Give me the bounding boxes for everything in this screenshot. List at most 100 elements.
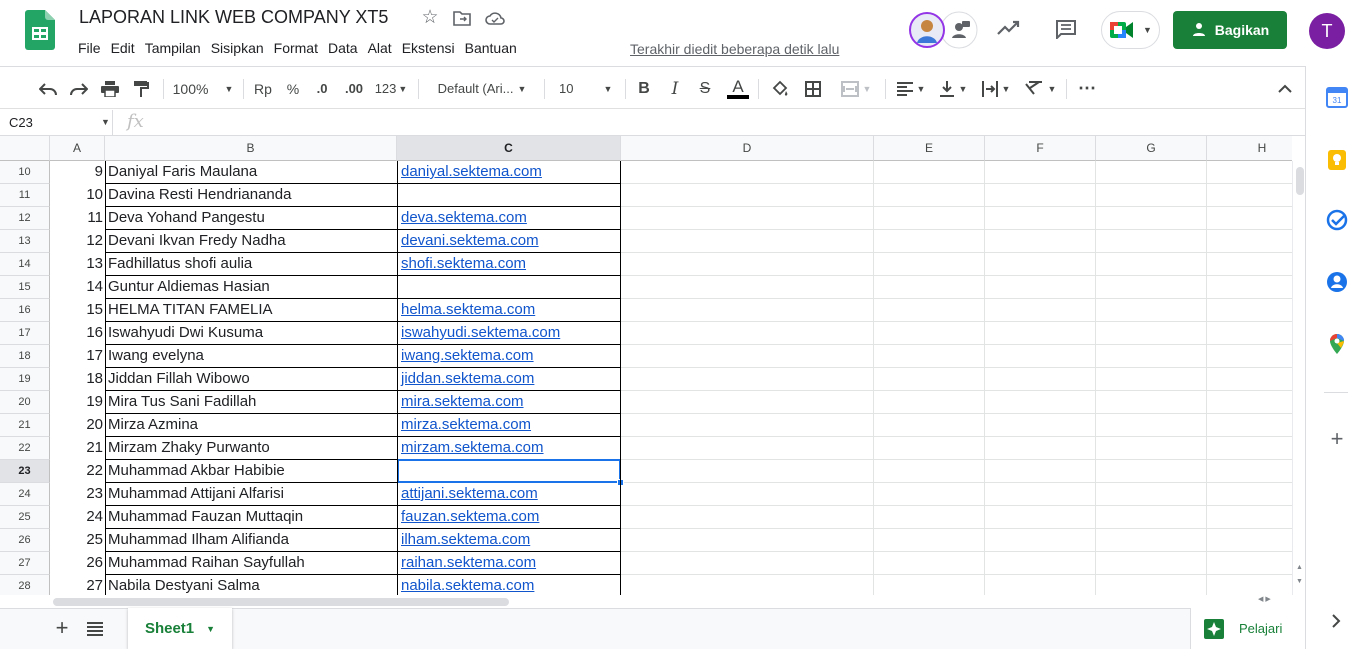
cell-link[interactable]: mira.sektema.com	[397, 391, 621, 414]
star-icon[interactable]: ☆	[420, 8, 440, 28]
cell-number[interactable]: 26	[50, 552, 105, 575]
cell-link[interactable]: deva.sektema.com	[397, 207, 621, 230]
cell-link[interactable]: mirzam.sektema.com	[397, 437, 621, 460]
cell-name[interactable]: Deva Yohand Pangestu	[105, 207, 397, 230]
vertical-scrollbar[interactable]: ▲ ▼	[1292, 161, 1305, 595]
column-header-b[interactable]: B	[105, 136, 397, 161]
vertical-scroll-thumb[interactable]	[1296, 167, 1304, 195]
column-header-d[interactable]: D	[621, 136, 874, 161]
cell-link[interactable]: raihan.sektema.com	[397, 552, 621, 575]
cell-number[interactable]: 25	[50, 529, 105, 552]
name-box[interactable]: C23 ▼	[0, 110, 113, 135]
row-header[interactable]: 21	[0, 414, 50, 437]
cell-link[interactable]: jiddan.sektema.com	[397, 368, 621, 391]
activity-trend-icon[interactable]	[997, 20, 1021, 36]
document-title[interactable]: LAPORAN LINK WEB COMPANY XT5	[79, 7, 388, 28]
row-header[interactable]: 26	[0, 529, 50, 552]
cell-name[interactable]: Iswahyudi Dwi Kusuma	[105, 322, 397, 345]
add-addon-icon[interactable]: +	[1326, 428, 1348, 450]
menu-edit[interactable]: Edit	[111, 40, 135, 58]
decrease-decimal-button[interactable]: .0	[310, 67, 334, 110]
sheet-list-icon[interactable]	[87, 622, 103, 636]
row-header[interactable]: 24	[0, 483, 50, 506]
row-header[interactable]: 28	[0, 575, 50, 595]
cell-name[interactable]: Davina Resti Hendriananda	[105, 184, 397, 207]
column-header-h[interactable]: H	[1207, 136, 1292, 161]
cell-name[interactable]: Mirza Azmina	[105, 414, 397, 437]
cell-number[interactable]: 12	[50, 230, 105, 253]
cell-link[interactable]: helma.sektema.com	[397, 299, 621, 322]
cell-number[interactable]: 21	[50, 437, 105, 460]
redo-icon[interactable]	[67, 67, 91, 110]
chevron-right-icon[interactable]	[1331, 614, 1341, 628]
rotate-icon[interactable]: ▼	[1020, 67, 1060, 110]
cell-number[interactable]: 9	[50, 161, 105, 184]
row-header[interactable]: 10	[0, 161, 50, 184]
row-header[interactable]: 20	[0, 391, 50, 414]
cell-link[interactable]: iwang.sektema.com	[397, 345, 621, 368]
text-color-button[interactable]: A	[725, 67, 751, 110]
more-tools-button[interactable]: ⋯	[1075, 67, 1099, 110]
font-size-select[interactable]: 10 ▼	[552, 67, 618, 110]
cell-name[interactable]: Muhammad Raihan Sayfullah	[105, 552, 397, 575]
row-header[interactable]: 17	[0, 322, 50, 345]
cell-number[interactable]: 10	[50, 184, 105, 207]
horizontal-scrollbar[interactable]: ◀ ▶	[50, 595, 1305, 608]
menu-tools[interactable]: Alat	[368, 40, 392, 58]
cell-number[interactable]: 17	[50, 345, 105, 368]
cell-number[interactable]: 16	[50, 322, 105, 345]
paint-format-icon[interactable]	[129, 67, 153, 110]
cell-link-empty[interactable]	[397, 184, 621, 207]
last-edit-link[interactable]: Terakhir diedit beberapa detik lalu	[630, 41, 839, 57]
select-all-corner[interactable]	[0, 136, 50, 161]
cell-link-empty[interactable]	[397, 276, 621, 299]
menu-help[interactable]: Bantuan	[465, 40, 517, 58]
strikethrough-button[interactable]: S	[694, 67, 716, 110]
cell-number[interactable]: 22	[50, 460, 105, 483]
cell-name[interactable]: Iwang evelyna	[105, 345, 397, 368]
cell-link[interactable]: iswahyudi.sektema.com	[397, 322, 621, 345]
comment-icon[interactable]	[1055, 19, 1077, 39]
row-header[interactable]: 23	[0, 460, 50, 483]
maps-icon[interactable]	[1326, 333, 1348, 355]
percent-format-button[interactable]: %	[283, 67, 303, 110]
merge-icon[interactable]: ▼	[833, 67, 879, 110]
cell-link[interactable]: mirza.sektema.com	[397, 414, 621, 437]
horizontal-scroll-thumb[interactable]	[53, 598, 509, 606]
cell-number[interactable]: 20	[50, 414, 105, 437]
column-header-a[interactable]: A	[50, 136, 105, 161]
cell-number[interactable]: 24	[50, 506, 105, 529]
column-header-c[interactable]: C	[397, 136, 621, 161]
menu-file[interactable]: File	[78, 40, 101, 58]
cell-name[interactable]: Muhammad Ilham Alifianda	[105, 529, 397, 552]
cell-number[interactable]: 11	[50, 207, 105, 230]
share-button[interactable]: Bagikan	[1173, 11, 1287, 49]
cell-name[interactable]: Mira Tus Sani Fadillah	[105, 391, 397, 414]
spreadsheet-grid[interactable]: ABCDEFGH 10 9 Daniyal Faris Maulana daniyal…	[0, 136, 1292, 595]
cell-link[interactable]: shofi.sektema.com	[397, 253, 621, 276]
row-header[interactable]: 25	[0, 506, 50, 529]
sheets-logo-icon[interactable]	[25, 10, 55, 50]
menu-insert[interactable]: Sisipkan	[211, 40, 264, 58]
keep-icon[interactable]	[1326, 149, 1348, 171]
column-header-e[interactable]: E	[874, 136, 985, 161]
row-header[interactable]: 12	[0, 207, 50, 230]
valign-bottom-icon[interactable]: ▼	[935, 67, 971, 110]
cell-name[interactable]: Muhammad Fauzan Muttaqin	[105, 506, 397, 529]
cell-name[interactable]: Devani Ikvan Fredy Nadha	[105, 230, 397, 253]
cell-number[interactable]: 19	[50, 391, 105, 414]
cell-link[interactable]: attijani.sektema.com	[397, 483, 621, 506]
cell-link[interactable]: ilham.sektema.com	[397, 529, 621, 552]
row-header[interactable]: 11	[0, 184, 50, 207]
cell-number[interactable]: 14	[50, 276, 105, 299]
collapse-icon[interactable]	[1273, 67, 1297, 110]
row-header[interactable]: 15	[0, 276, 50, 299]
menu-extensions[interactable]: Ekstensi	[402, 40, 455, 58]
contacts-icon[interactable]	[1326, 271, 1348, 293]
tasks-icon[interactable]	[1326, 209, 1348, 231]
row-header[interactable]: 22	[0, 437, 50, 460]
scroll-arrows[interactable]: ▲ ▼	[1294, 561, 1305, 593]
row-header[interactable]: 16	[0, 299, 50, 322]
cell-name[interactable]: HELMA TITAN FAMELIA	[105, 299, 397, 322]
borders-icon[interactable]	[801, 67, 825, 110]
